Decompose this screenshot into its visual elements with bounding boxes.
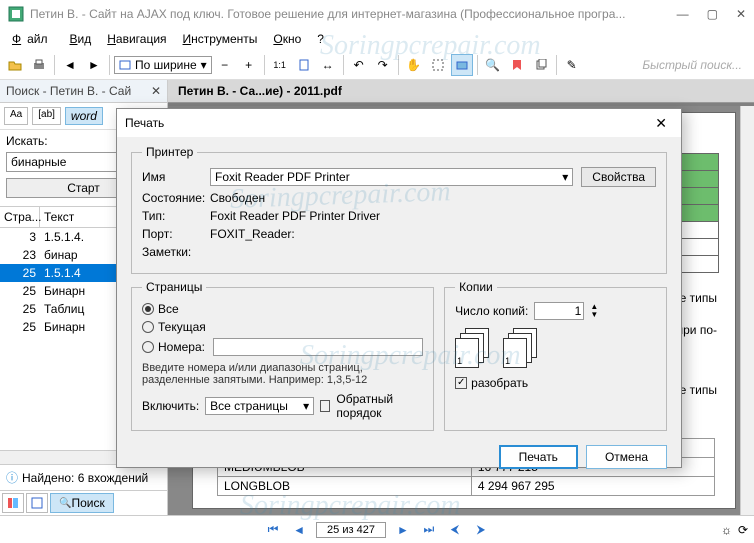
fit-width-icon [119, 59, 131, 71]
titlebar: Петин В. - Сайт на AJAX под ключ. Готово… [0, 0, 754, 28]
sidebar-bottom-tabs: 🔍 Поиск [0, 490, 167, 515]
page-numbers-input[interactable] [213, 338, 423, 356]
printer-select[interactable]: Foxit Reader PDF Printer▾ [210, 168, 573, 186]
spinner-icon[interactable]: ▲▼ [590, 303, 598, 319]
print-icon[interactable] [28, 54, 50, 76]
menu-tools[interactable]: Инструменты [177, 30, 264, 48]
tab-search-button[interactable]: 🔍 Поиск [50, 493, 114, 513]
select-icon[interactable] [427, 54, 449, 76]
next-icon[interactable]: ► [83, 54, 105, 76]
close-button[interactable]: ✕ [736, 7, 746, 21]
copies-fieldset: Копии Число копий: ▲▼ 321 321 разобрать [444, 280, 667, 431]
whole-word-button[interactable]: word [65, 107, 103, 125]
tab-outline-icon[interactable] [2, 493, 24, 513]
collate-checkbox[interactable] [455, 377, 467, 389]
radio-all[interactable] [142, 303, 154, 315]
radio-current[interactable] [142, 321, 154, 333]
zoom-mode-select[interactable]: По ширине ▾ [114, 56, 212, 74]
radio-numbers[interactable] [142, 341, 154, 353]
zoom-out-icon[interactable]: − [214, 54, 236, 76]
first-page-icon[interactable]: ⏮ [264, 521, 282, 539]
menubar: Файл Вид Навигация Инструменты Окно ? [0, 28, 754, 50]
menu-navigation[interactable]: Навигация [101, 30, 172, 48]
copies-input[interactable] [534, 302, 584, 320]
menu-help[interactable]: ? [311, 30, 330, 48]
pages-fieldset: Страницы Все Текущая Номера: Введите ном… [131, 280, 434, 431]
app-icon [8, 6, 24, 22]
sidebar-close-icon[interactable]: ✕ [151, 84, 161, 98]
printer-fieldset: Принтер Имя Foxit Reader PDF Printer▾ Св… [131, 145, 667, 274]
open-icon[interactable] [4, 54, 26, 76]
dialog-title: Печать [125, 116, 649, 130]
snapshot-icon[interactable] [451, 54, 473, 76]
info-icon: ⓘ [6, 469, 18, 486]
print-dialog: Печать ✕ Принтер Имя Foxit Reader PDF Pr… [116, 108, 682, 468]
text-fragment: при по- [677, 323, 717, 337]
rotate-left-icon[interactable]: ↶ [348, 54, 370, 76]
prev-page-icon[interactable]: ◄ [290, 521, 308, 539]
properties-button[interactable]: Свойства [581, 167, 656, 187]
last-page-icon[interactable]: ⏭ [420, 521, 438, 539]
hand-icon[interactable]: ✋ [403, 54, 425, 76]
window-title: Петин В. - Сайт на AJAX под ключ. Готово… [30, 7, 677, 21]
menu-file[interactable]: Файл [6, 30, 60, 48]
tab-thumbs-icon[interactable] [26, 493, 48, 513]
quick-search-input[interactable]: Быстрый поиск... [642, 58, 742, 72]
find-icon[interactable]: 🔍 [482, 54, 504, 76]
history-icon[interactable]: ⟳ [738, 523, 748, 537]
include-select[interactable]: Все страницы▾ [205, 397, 314, 415]
rotate-right-icon[interactable]: ↷ [372, 54, 394, 76]
name-label: Имя [142, 170, 210, 184]
maximize-button[interactable]: ▢ [707, 7, 718, 21]
match-case-button[interactable]: Aa [4, 107, 28, 125]
menu-view[interactable]: Вид [64, 30, 98, 48]
highlight-icon[interactable]: ✎ [561, 54, 583, 76]
minimize-button[interactable]: — [677, 7, 689, 21]
copy-icon[interactable] [530, 54, 552, 76]
pages-hint: Введите номера и/или диапазоны страниц, … [142, 362, 423, 386]
zoom-in-icon[interactable]: + [238, 54, 260, 76]
brightness-icon[interactable]: ☼ [721, 523, 732, 537]
actual-size-icon[interactable]: 1:1 [269, 54, 291, 76]
sidebar-tab: Поиск - Петин В. - Сай✕ [0, 80, 167, 103]
fit-width-icon[interactable]: ↔ [317, 54, 339, 76]
dialog-close-icon[interactable]: ✕ [649, 115, 673, 132]
toolbar: ◄ ► По ширине ▾ − + 1:1 ↔ ↶ ↷ ✋ 🔍 ✎ Быст… [0, 50, 754, 80]
chevron-down-icon: ▾ [562, 170, 568, 184]
next-page-icon[interactable]: ► [394, 521, 412, 539]
regex-button[interactable]: [ab] [32, 107, 61, 125]
v-scrollbar[interactable] [740, 106, 754, 515]
bookmark-icon[interactable] [506, 54, 528, 76]
nav-fwd-icon[interactable]: ⮞ [472, 521, 490, 539]
prev-icon[interactable]: ◄ [59, 54, 81, 76]
page-indicator[interactable]: 25 из 427 [316, 522, 386, 538]
reverse-checkbox[interactable] [320, 400, 330, 412]
print-button[interactable]: Печать [499, 445, 578, 469]
nav-back-icon[interactable]: ⮜ [446, 521, 464, 539]
collate-preview: 321 321 [455, 328, 656, 368]
document-tab[interactable]: Петин В. - Са...ие) - 2011.pdf [168, 80, 754, 103]
statusbar: ⏮ ◄ 25 из 427 ► ⏭ ⮜ ⮞ ☼ ⟳ [0, 515, 754, 543]
menu-window[interactable]: Окно [267, 30, 307, 48]
fit-page-icon[interactable] [293, 54, 315, 76]
cancel-button[interactable]: Отмена [586, 445, 667, 469]
